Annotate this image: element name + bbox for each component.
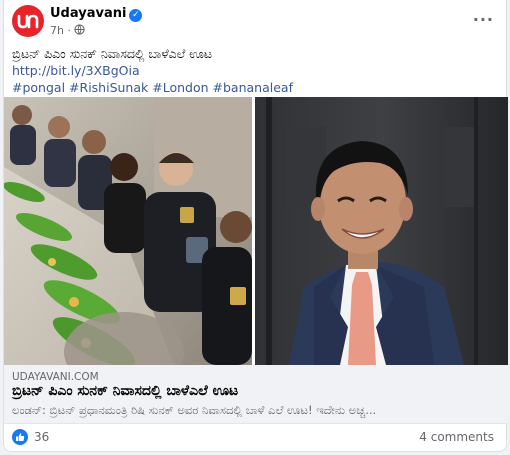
page-name-link[interactable]: Udayavani <box>50 6 126 21</box>
post-image[interactable] <box>4 97 508 365</box>
like-count: 36 <box>34 430 50 444</box>
verified-badge-icon: ✓ <box>129 9 143 22</box>
hashtag-rishisunak[interactable]: #RishiSunak <box>69 80 148 95</box>
comments-count-link[interactable]: 4 comments <box>419 430 494 444</box>
post-card: Udayavani ✓ 7h · ··· ಬ್ರಿಟನ್ ಪಿಎಂ ಸುನಕ್ ನ… <box>3 0 508 452</box>
post-header: Udayavani ✓ 7h · ··· <box>4 0 506 42</box>
page-name-row: Udayavani ✓ <box>50 6 143 22</box>
more-options-button[interactable]: ··· <box>473 10 494 29</box>
post-meta: 7h · <box>50 24 86 37</box>
page-avatar[interactable] <box>12 5 44 37</box>
preview-domain: UDAYAVANI.COM <box>12 371 99 383</box>
preview-description: ಲಂಡನ್: ಬ್ರಿಟನ್ ಪ್ರಧಾನಮಂತ್ರಿ ರಿಷಿ ಸುನಕ್ ಅ… <box>12 403 377 417</box>
hashtag-bananaleaf[interactable]: #bananaleaf <box>213 80 293 95</box>
udayavani-logo-icon <box>17 14 39 29</box>
hashtag-pongal[interactable]: #pongal <box>12 80 65 95</box>
preview-title[interactable]: ಬ್ರಿಟನ್ ಪಿಎಂ ಸುನಕ್ ನಿವಾಸದಲ್ಲಿ ಬಾಳೆಎಲೆ ಊಟ <box>12 383 238 399</box>
meta-dot: · <box>67 24 71 37</box>
post-body: ಬ್ರಿಟನ್ ಪಿಎಂ ಸುನಕ್ ನಿವಾಸದಲ್ಲಿ ಬಾಳೆಎಲೆ ಊಟ… <box>12 45 502 96</box>
globe-icon <box>74 24 86 35</box>
post-link[interactable]: http://bit.ly/3XBgOia <box>12 63 140 78</box>
reactions-summary[interactable]: 36 <box>12 428 49 446</box>
hashtag-london[interactable]: #London <box>152 80 208 95</box>
hashtag-row: #pongal #RishiSunak #London #bananaleaf <box>12 79 502 96</box>
link-preview[interactable]: UDAYAVANI.COM ಬ್ರಿಟನ್ ಪಿಎಂ ಸುನಕ್ ನಿವಾಸದಲ… <box>4 365 508 424</box>
post-time[interactable]: 7h <box>50 24 64 37</box>
post-photo-collage <box>4 97 508 365</box>
post-text: ಬ್ರಿಟನ್ ಪಿಎಂ ಸುನಕ್ ನಿವಾಸದಲ್ಲಿ ಬಾಳೆಎಲೆ ಊಟ <box>12 46 213 61</box>
like-reaction-icon <box>12 429 28 445</box>
